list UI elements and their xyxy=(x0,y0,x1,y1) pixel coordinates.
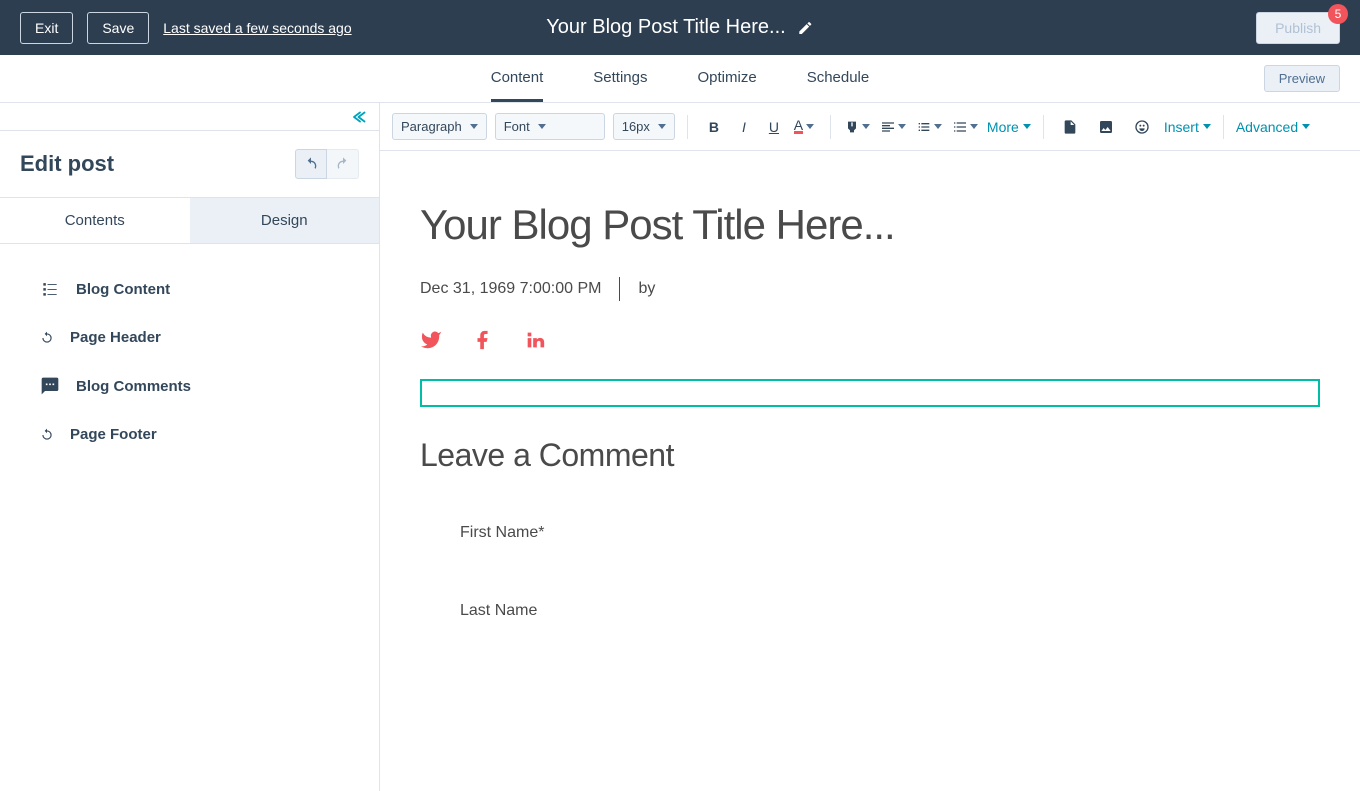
highlight-button[interactable] xyxy=(843,113,871,141)
undo-button[interactable] xyxy=(295,149,327,179)
top-bar: Exit Save Last saved a few seconds ago Y… xyxy=(0,0,1360,55)
sidebar-item-blog-comments[interactable]: Blog Comments xyxy=(0,361,379,411)
insert-label: Insert xyxy=(1164,119,1199,135)
bullet-list-button[interactable] xyxy=(915,113,943,141)
redo-button[interactable] xyxy=(327,149,359,179)
post-by-label: by xyxy=(638,280,655,298)
sidebar: Edit post Contents Design Blog Content P… xyxy=(0,103,380,791)
undo-redo-group xyxy=(295,149,359,179)
content-area: Your Blog Post Title Here... Dec 31, 196… xyxy=(380,151,1360,791)
sidebar-items: Blog Content Page Header Blog Comments P… xyxy=(0,244,379,478)
reload-icon xyxy=(40,331,54,345)
top-bar-title: Your Blog Post Title Here... xyxy=(546,16,813,39)
underline-button[interactable]: U xyxy=(760,113,788,141)
caret-icon xyxy=(934,124,942,129)
sidebar-item-label: Page Header xyxy=(70,329,161,346)
post-title[interactable]: Your Blog Post Title Here... xyxy=(420,201,1320,249)
more-label: More xyxy=(987,119,1019,135)
font-select[interactable]: Font xyxy=(495,113,605,140)
caret-icon xyxy=(862,124,870,129)
sidebar-header: Edit post xyxy=(0,131,379,197)
tab-schedule[interactable]: Schedule xyxy=(807,56,870,102)
sidebar-tab-design[interactable]: Design xyxy=(190,198,380,243)
caret-icon xyxy=(1203,124,1211,129)
text-format-group: B I U A xyxy=(700,113,818,141)
caret-icon xyxy=(806,124,814,129)
insert-image-button[interactable] xyxy=(1092,113,1120,141)
sidebar-item-page-footer[interactable]: Page Footer xyxy=(0,411,379,458)
advanced-dropdown[interactable]: Advanced xyxy=(1236,119,1310,135)
first-name-label: First Name* xyxy=(460,524,1280,542)
numbered-list-button[interactable] xyxy=(951,113,979,141)
save-button[interactable]: Save xyxy=(87,12,149,44)
fontsize-select[interactable]: 16px xyxy=(613,113,675,140)
publish-badge: 5 xyxy=(1328,4,1348,24)
caret-icon xyxy=(470,124,478,129)
reload-icon xyxy=(40,428,54,442)
sidebar-item-label: Blog Content xyxy=(76,281,170,298)
tab-content[interactable]: Content xyxy=(491,56,544,102)
top-bar-left: Exit Save Last saved a few seconds ago xyxy=(20,12,352,44)
paragraph-select[interactable]: Paragraph xyxy=(392,113,487,140)
italic-button[interactable]: I xyxy=(730,113,758,141)
top-bar-right: Publish 5 xyxy=(1256,12,1340,44)
more-dropdown[interactable]: More xyxy=(987,119,1031,135)
caret-icon xyxy=(898,124,906,129)
text-color-button[interactable]: A xyxy=(790,113,818,141)
exit-button[interactable]: Exit xyxy=(20,12,73,44)
meta-divider xyxy=(619,277,620,301)
last-saved-link[interactable]: Last saved a few seconds ago xyxy=(163,20,351,36)
caret-icon xyxy=(538,124,546,129)
caret-icon xyxy=(1302,124,1310,129)
comment-heading: Leave a Comment xyxy=(420,437,1320,474)
sidebar-tab-contents[interactable]: Contents xyxy=(0,198,190,243)
toolbar-divider xyxy=(687,115,688,139)
tab-settings[interactable]: Settings xyxy=(593,56,647,102)
insert-emoji-button[interactable] xyxy=(1128,113,1156,141)
nav-tabs: Content Settings Optimize Schedule xyxy=(491,56,870,102)
advanced-label: Advanced xyxy=(1236,119,1298,135)
toolbar-divider xyxy=(1223,115,1224,139)
sidebar-item-blog-content[interactable]: Blog Content xyxy=(0,264,379,314)
linkedin-icon[interactable] xyxy=(524,329,546,351)
sidebar-item-label: Blog Comments xyxy=(76,378,191,395)
sidebar-item-label: Page Footer xyxy=(70,426,157,443)
fontsize-label: 16px xyxy=(622,119,650,134)
chat-icon xyxy=(40,376,60,396)
collapse-icon[interactable] xyxy=(351,108,369,126)
post-title-header: Your Blog Post Title Here... xyxy=(546,16,785,39)
facebook-icon[interactable] xyxy=(472,329,494,351)
last-name-label: Last Name xyxy=(460,602,1280,620)
toolbar-divider xyxy=(1043,115,1044,139)
editor-wrap: Edit post Contents Design Blog Content P… xyxy=(0,103,1360,791)
main: Paragraph Font 16px B I U A More Insert … xyxy=(380,103,1360,791)
comment-form: First Name* Last Name xyxy=(420,524,1320,620)
content-editor-block[interactable] xyxy=(420,379,1320,407)
paragraph-select-label: Paragraph xyxy=(401,119,462,134)
post-date: Dec 31, 1969 7:00:00 PM xyxy=(420,280,601,298)
tab-optimize[interactable]: Optimize xyxy=(698,56,757,102)
toolbar-divider xyxy=(830,115,831,139)
bold-button[interactable]: B xyxy=(700,113,728,141)
caret-icon xyxy=(970,124,978,129)
caret-icon xyxy=(1023,124,1031,129)
sidebar-tabs: Contents Design xyxy=(0,197,379,244)
nav-tabs-row: Content Settings Optimize Schedule Previ… xyxy=(0,55,1360,103)
caret-icon xyxy=(658,124,666,129)
post-meta: Dec 31, 1969 7:00:00 PM by xyxy=(420,277,1320,301)
pencil-icon[interactable] xyxy=(798,20,814,36)
text-lines-icon xyxy=(40,279,60,299)
preview-button[interactable]: Preview xyxy=(1264,65,1340,92)
insert-file-button[interactable] xyxy=(1056,113,1084,141)
sidebar-title: Edit post xyxy=(20,151,114,177)
insert-dropdown[interactable]: Insert xyxy=(1164,119,1211,135)
social-share-row xyxy=(420,329,1320,351)
twitter-icon[interactable] xyxy=(420,329,442,351)
sidebar-collapse-row xyxy=(0,103,379,131)
rich-text-toolbar: Paragraph Font 16px B I U A More Insert … xyxy=(380,103,1360,151)
align-button[interactable] xyxy=(879,113,907,141)
font-select-label: Font xyxy=(504,119,530,134)
sidebar-item-page-header[interactable]: Page Header xyxy=(0,314,379,361)
